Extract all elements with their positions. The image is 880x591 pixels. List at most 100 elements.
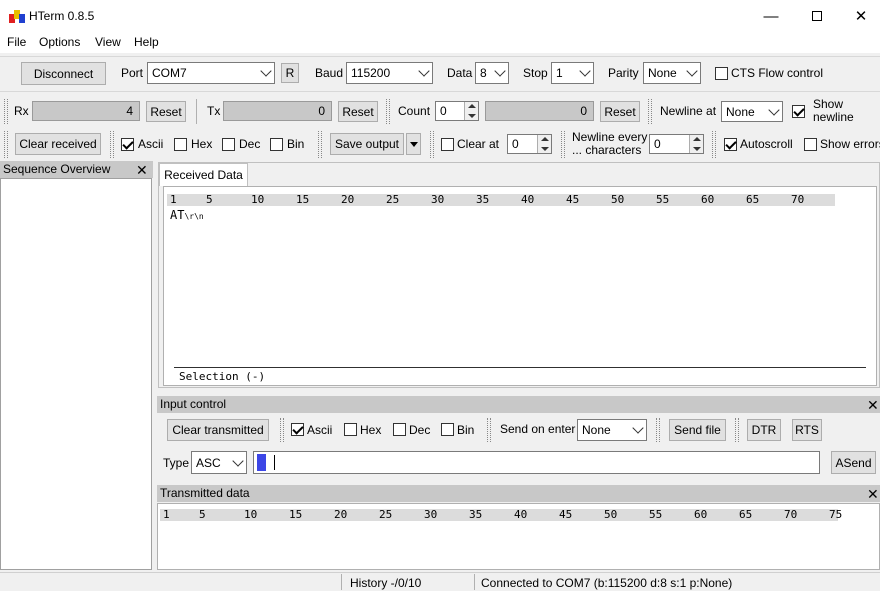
tx-hex-label: Hex (360, 423, 382, 437)
show-newline-checkbox[interactable] (792, 105, 805, 118)
save-output-button[interactable]: Save output (330, 133, 404, 155)
maximize-icon (812, 11, 822, 21)
tx-ascii-checkbox[interactable] (291, 423, 304, 436)
status-separator (341, 574, 342, 590)
tx-bin-checkbox[interactable] (441, 423, 454, 436)
menu-view[interactable]: View (95, 35, 121, 49)
menu-file[interactable]: File (7, 35, 26, 49)
ruler-tick-label: 55 (649, 508, 663, 521)
ruler-tick-label: 65 (746, 193, 760, 206)
newline-every-value: 0 (654, 137, 661, 151)
refresh-ports-button[interactable]: R (281, 63, 299, 83)
rx-ascii-label: Ascii (138, 137, 164, 151)
spin-buttons[interactable] (464, 102, 478, 120)
disconnect-button[interactable]: Disconnect (21, 62, 106, 85)
close-icon: ✕ (854, 8, 868, 25)
clear-at-label: Clear at (457, 137, 500, 151)
menu-options[interactable]: Options (39, 35, 80, 49)
tab-received-data[interactable]: Received Data (159, 163, 248, 186)
clear-at-checkbox[interactable] (441, 138, 454, 151)
toolbar-grip[interactable] (430, 131, 434, 158)
clear-transmitted-button[interactable]: Clear transmitted (167, 419, 269, 441)
menu-help[interactable]: Help (134, 35, 159, 49)
toolbar-grip[interactable] (110, 131, 114, 158)
toolbar-grip[interactable] (735, 418, 739, 442)
minimize-button[interactable]: — (748, 0, 794, 32)
count-spinner[interactable]: 0 (435, 101, 479, 121)
parity-select[interactable]: None (643, 62, 701, 84)
menu-bar (0, 32, 880, 53)
newline-every-spinner[interactable]: 0 (649, 134, 704, 154)
received-ascii-text: AT (170, 208, 185, 222)
spin-buttons[interactable] (689, 135, 703, 153)
tx-ascii-label: Ascii (307, 423, 333, 437)
newline-at-select[interactable]: None (721, 101, 783, 122)
type-select[interactable]: ASC (191, 451, 247, 474)
show-errors-checkbox[interactable] (804, 138, 817, 151)
tx-dec-checkbox[interactable] (393, 423, 406, 436)
rx-reset-button[interactable]: Reset (146, 101, 186, 122)
ruler-tick-label: 60 (694, 508, 708, 521)
rx-ascii-checkbox[interactable] (121, 138, 134, 151)
newline-at-label: Newline at (660, 104, 717, 118)
transmit-input[interactable] (253, 451, 820, 474)
toolbar-grip[interactable] (386, 99, 390, 124)
toolbar-grip[interactable] (648, 99, 652, 124)
chevron-down-icon (260, 65, 272, 77)
ruler-tick-label: 5 (199, 508, 206, 521)
clear-at-spinner[interactable]: 0 (507, 134, 552, 154)
baud-value: 115200 (351, 66, 391, 80)
ruler-tick-label: 50 (611, 193, 625, 206)
stop-bits-label: Stop (523, 66, 548, 80)
transmitted-data-close-icon[interactable]: ✕ (867, 487, 879, 501)
toolbar-grip[interactable] (487, 418, 491, 442)
toolbar-grip[interactable] (280, 418, 284, 442)
chevron-down-icon (494, 65, 506, 77)
tx-reset-button[interactable]: Reset (338, 101, 378, 122)
clear-received-button[interactable]: Clear received (15, 133, 101, 155)
count-value: 0 (440, 104, 447, 118)
count-reset-button[interactable]: Reset (600, 101, 640, 122)
toolbar-grip[interactable] (712, 131, 716, 158)
rts-button[interactable]: RTS (792, 419, 822, 441)
rx-dec-checkbox[interactable] (222, 138, 235, 151)
cts-flow-checkbox[interactable] (715, 67, 728, 80)
toolbar-grip[interactable] (318, 131, 322, 158)
chevron-down-icon (632, 422, 644, 434)
asend-button[interactable]: ASend (831, 451, 876, 474)
send-file-button[interactable]: Send file (669, 419, 726, 441)
tx-hex-checkbox[interactable] (344, 423, 357, 436)
rx-bin-checkbox[interactable] (270, 138, 283, 151)
save-output-dropdown[interactable] (406, 133, 421, 155)
ruler-tick-label: 55 (656, 193, 670, 206)
newline-every-label-line2: ... characters (572, 143, 642, 157)
sequence-overview-list[interactable] (0, 178, 152, 570)
close-button[interactable]: ✕ (838, 0, 880, 32)
baud-select[interactable]: 115200 (346, 62, 433, 84)
data-bits-select[interactable]: 8 (475, 62, 509, 84)
toolbar-grip[interactable] (656, 418, 660, 442)
chevron-down-icon (232, 454, 244, 467)
toolbar-grip[interactable] (4, 99, 8, 124)
toolbar-grip[interactable] (561, 131, 565, 158)
received-data-text: AT\r\n (170, 208, 204, 222)
autoscroll-checkbox[interactable] (724, 138, 737, 151)
sequence-overview-close-icon[interactable]: ✕ (136, 163, 148, 177)
ruler-tick-label: 75 (829, 508, 843, 521)
maximize-button[interactable] (794, 0, 840, 32)
rx-hex-checkbox[interactable] (174, 138, 187, 151)
stop-bits-select[interactable]: 1 (551, 62, 594, 84)
send-on-enter-select[interactable]: None (577, 419, 647, 441)
send-on-enter-value: None (582, 423, 611, 437)
spin-buttons[interactable] (537, 135, 551, 153)
clear-at-value: 0 (512, 137, 519, 151)
received-data-view[interactable] (163, 186, 877, 386)
ruler-tick-label: 35 (469, 508, 483, 521)
received-control-chars: \r\n (184, 212, 204, 221)
input-control-close-icon[interactable]: ✕ (867, 398, 879, 412)
chevron-down-icon (418, 65, 430, 77)
ruler-tick-label: 5 (206, 193, 213, 206)
port-select[interactable]: COM7 (147, 62, 275, 84)
toolbar-grip[interactable] (4, 131, 8, 158)
dtr-button[interactable]: DTR (747, 419, 781, 441)
